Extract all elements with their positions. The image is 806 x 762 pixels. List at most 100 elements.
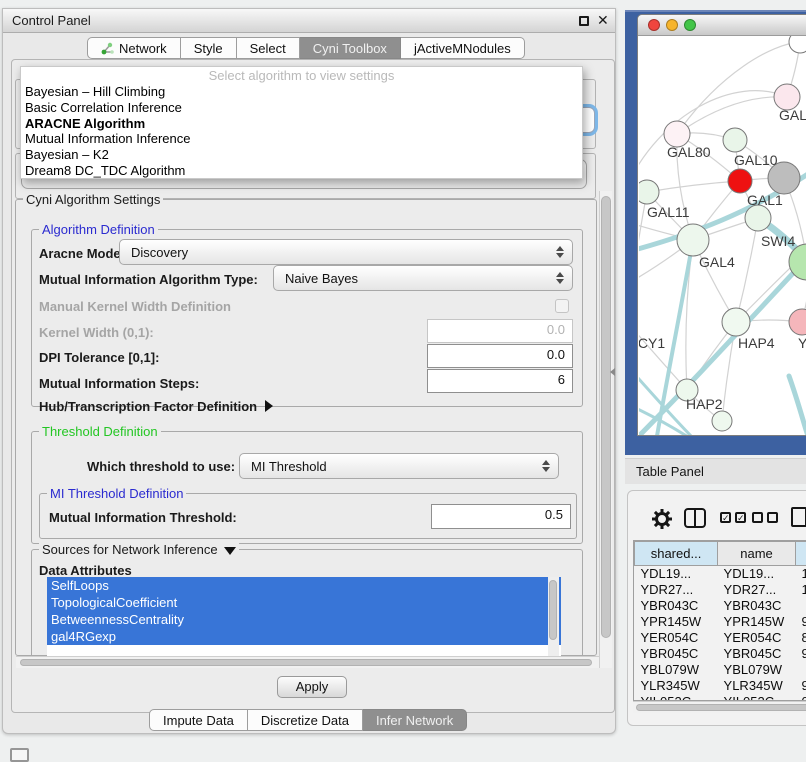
- mi-steps-input[interactable]: 6: [427, 369, 573, 393]
- tab-cyni-toolbox[interactable]: Cyni Toolbox: [300, 37, 401, 59]
- unchecked-box-icon: [767, 512, 778, 523]
- network-node-label: GAL80: [667, 144, 711, 160]
- table-cell: 9.: [795, 678, 806, 694]
- settings-vertical-scrollbar[interactable]: [599, 191, 612, 668]
- table-horizontal-scrollbar-thumb[interactable]: [636, 704, 806, 711]
- manual-kernel-width-checkbox[interactable]: [555, 299, 569, 313]
- tab-style[interactable]: Style: [181, 37, 237, 59]
- table-cell: YBR043C: [718, 598, 796, 614]
- aracne-mode-label: Aracne Mode:: [39, 246, 125, 261]
- table-row[interactable]: YPR145WYPR145W9.: [635, 614, 806, 630]
- tab-discretize-data[interactable]: Discretize Data: [248, 709, 363, 731]
- network-window-titlebar[interactable]: [638, 15, 806, 36]
- network-node[interactable]: [712, 411, 732, 431]
- data-attribute-item[interactable]: TopologicalCoefficient: [47, 594, 561, 611]
- tab-jactivemnodules[interactable]: jActiveMNodules: [401, 37, 525, 59]
- network-node[interactable]: [639, 180, 659, 204]
- mi-algorithm-type-select[interactable]: Naive Bayes: [273, 265, 573, 291]
- unchecked-box-icon: [752, 512, 763, 523]
- table-row[interactable]: YDL19...YDL19...13: [635, 566, 806, 582]
- new-table-icon[interactable]: [791, 507, 806, 527]
- gear-icon[interactable]: [650, 507, 674, 531]
- chevron-down-icon: [224, 547, 236, 555]
- attribute-list-scrollbar-thumb[interactable]: [549, 580, 557, 640]
- dpi-tolerance-input[interactable]: 0.0: [427, 344, 573, 368]
- panel-divider-handle[interactable]: [610, 368, 615, 376]
- algorithm-option[interactable]: Basic Correlation Inference: [21, 100, 582, 116]
- close-icon[interactable]: ✕: [597, 12, 609, 29]
- float-window-icon[interactable]: [579, 16, 589, 26]
- algorithm-option[interactable]: Dream8 DC_TDC Algorithm: [21, 163, 582, 179]
- which-threshold-select[interactable]: MI Threshold: [239, 453, 559, 479]
- sources-title-label: Sources for Network Inference: [42, 542, 218, 557]
- tab-label: Select: [250, 38, 286, 59]
- split-columns-icon[interactable]: [684, 508, 706, 528]
- network-node-label: GAL: [779, 107, 806, 123]
- table-row[interactable]: YER054CYER054C8.: [635, 630, 806, 646]
- table-row[interactable]: YBL079WYBL079W: [635, 662, 806, 678]
- network-node[interactable]: [745, 205, 771, 231]
- table-column-header[interactable]: [795, 542, 806, 566]
- tab-network[interactable]: Network: [87, 37, 181, 59]
- tab-label: Cyni Toolbox: [313, 38, 387, 59]
- stepper-icon: [556, 271, 565, 285]
- table-column-header[interactable]: name: [718, 542, 796, 566]
- deselect-all-icon[interactable]: [752, 512, 778, 523]
- network-node[interactable]: [677, 224, 709, 256]
- mi-threshold-label: Mutual Information Threshold:: [49, 510, 237, 525]
- table-cell: [795, 662, 806, 678]
- table-cell: YDL19...: [718, 566, 796, 582]
- tab-infer-network[interactable]: Infer Network: [363, 709, 467, 731]
- tab-select[interactable]: Select: [237, 37, 300, 59]
- network-node-label: SWI4: [761, 233, 795, 249]
- table-cell: YIL052C: [718, 694, 796, 702]
- table-cell: YBL079W: [718, 662, 796, 678]
- network-node[interactable]: [722, 308, 750, 336]
- select-all-icon[interactable]: ✓ ✓: [720, 512, 746, 523]
- hub-section-toggle[interactable]: Hub/Transcription Factor Definition: [39, 399, 273, 414]
- table-cell: YPR145W: [635, 614, 718, 630]
- attribute-list-scrollbar[interactable]: [548, 577, 559, 656]
- table-row[interactable]: YLR345WYLR345W9.: [635, 678, 806, 694]
- algorithm-option[interactable]: Bayesian – K2: [21, 147, 582, 163]
- network-node[interactable]: [789, 36, 806, 53]
- algorithm-option[interactable]: Bayesian – Hill Climbing: [21, 84, 582, 100]
- algorithm-option[interactable]: ARACNE Algorithm: [21, 116, 582, 132]
- algorithm-option[interactable]: Mutual Information Inference: [21, 131, 582, 147]
- table-horizontal-scrollbar[interactable]: [633, 701, 806, 713]
- data-attributes-list[interactable]: SelfLoopsTopologicalCoefficientBetweenne…: [47, 577, 561, 656]
- network-canvas[interactable]: GALGAL80GAL10GAL1GAL11SWI4GAL4GCY1HAP4YH…: [639, 36, 806, 435]
- network-node[interactable]: [728, 169, 752, 193]
- data-attribute-item[interactable]: gal4RGexp: [47, 628, 561, 645]
- network-icon: [101, 42, 114, 55]
- data-attribute-item[interactable]: SelfLoops: [47, 577, 561, 594]
- settings-horizontal-scrollbar-thumb[interactable]: [20, 659, 592, 666]
- tab-label: Style: [194, 38, 223, 59]
- table-row[interactable]: YBR043CYBR043C: [635, 598, 806, 614]
- close-traffic-icon[interactable]: [648, 19, 660, 31]
- mi-threshold-input[interactable]: 0.5: [431, 504, 571, 529]
- settings-vertical-scrollbar-thumb[interactable]: [601, 196, 611, 638]
- collapsed-panel-icon[interactable]: [10, 748, 29, 762]
- zoom-traffic-icon[interactable]: [684, 19, 696, 31]
- kernel-width-input[interactable]: 0.0: [427, 319, 573, 343]
- tab-impute-data[interactable]: Impute Data: [149, 709, 248, 731]
- sources-group-title[interactable]: Sources for Network Inference: [39, 542, 239, 557]
- table-row[interactable]: YIL052CYIL052C0.: [635, 694, 806, 702]
- apply-button[interactable]: Apply: [277, 676, 347, 698]
- tab-label: Network: [119, 38, 167, 59]
- settings-horizontal-scrollbar[interactable]: [16, 656, 599, 668]
- table-row[interactable]: YDR27...YDR27...12: [635, 582, 806, 598]
- node-table: shared...name YDL19...YDL19...13YDR27...…: [633, 540, 806, 701]
- table-row[interactable]: YBR045CYBR045C9.: [635, 646, 806, 662]
- data-attribute-item[interactable]: BetweennessCentrality: [47, 611, 561, 628]
- tab-label: jActiveMNodules: [414, 38, 511, 59]
- network-node[interactable]: [723, 128, 747, 152]
- table-column-header[interactable]: shared...: [635, 542, 718, 566]
- minimize-traffic-icon[interactable]: [666, 19, 678, 31]
- dpi-tolerance-label: DPI Tolerance [0,1]:: [39, 350, 159, 365]
- aracne-mode-select[interactable]: Discovery: [119, 239, 573, 265]
- network-node[interactable]: [789, 309, 806, 335]
- mi-threshold-definition-title: MI Threshold Definition: [47, 486, 186, 501]
- which-threshold-value: MI Threshold: [251, 459, 327, 474]
